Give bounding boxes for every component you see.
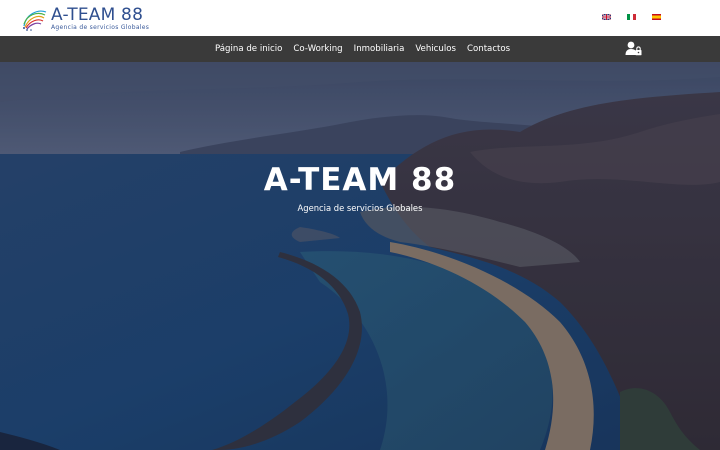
nav-item-inmobiliaria[interactable]: Inmobiliaria <box>354 44 405 54</box>
spiral-dots-logo-icon <box>23 10 47 31</box>
coastal-bay-photo <box>0 62 720 450</box>
uk-flag-icon[interactable] <box>602 14 611 20</box>
nav-menu: Página de inicio Co-Working Inmobiliaria… <box>215 36 510 62</box>
logo-title: A-TEAM 88 <box>51 4 144 25</box>
hero-banner: A-TEAM 88 Agencia de servicios Globales <box>0 62 720 450</box>
nav-item-inicio[interactable]: Página de inicio <box>215 44 282 54</box>
top-header: A-TEAM 88 Agencia de servicios Globales <box>0 0 720 36</box>
site-logo[interactable]: A-TEAM 88 Agencia de servicios Globales <box>20 5 170 32</box>
spain-flag-icon[interactable] <box>652 14 661 20</box>
language-switcher <box>602 14 661 20</box>
nav-item-contactos[interactable]: Contactos <box>467 44 510 54</box>
nav-item-vehiculos[interactable]: Vehiculos <box>415 44 456 54</box>
logo-subtitle: Agencia de servicios Globales <box>51 23 150 31</box>
user-lock-icon[interactable] <box>625 41 642 56</box>
italy-flag-icon[interactable] <box>627 14 636 20</box>
nav-item-coworking[interactable]: Co-Working <box>293 44 342 54</box>
hero-subtitle: Agencia de servicios Globales <box>297 203 423 213</box>
main-nav: Página de inicio Co-Working Inmobiliaria… <box>0 36 720 62</box>
hero-title: A-TEAM 88 <box>263 162 457 198</box>
